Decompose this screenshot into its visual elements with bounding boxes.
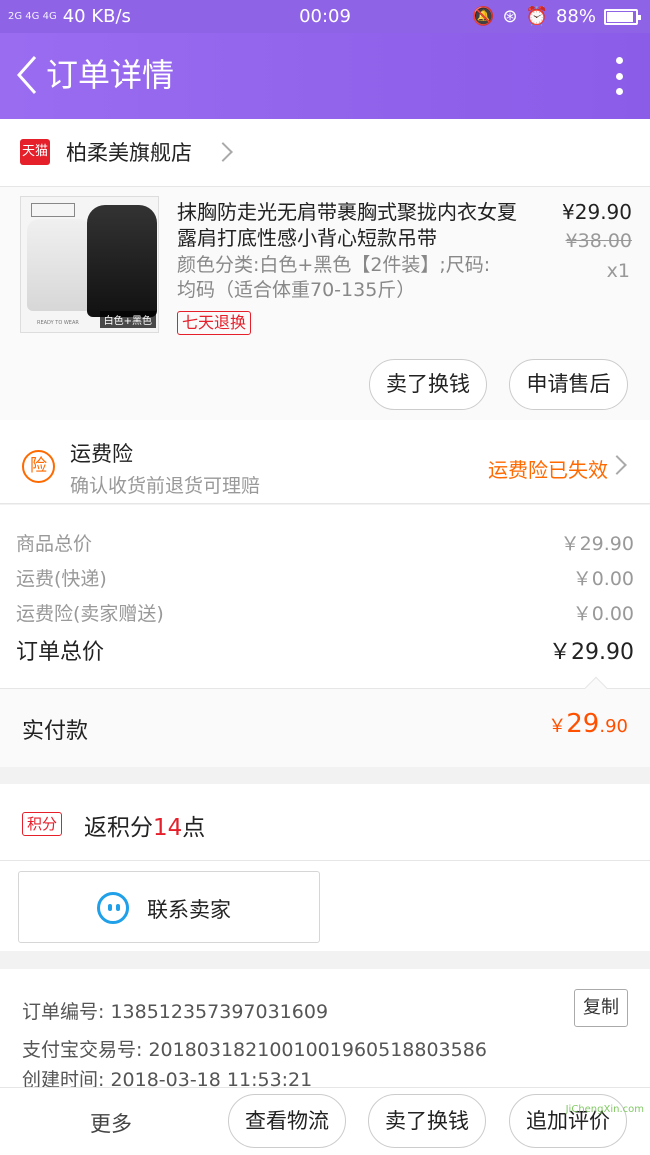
alarm-icon: ⏰ bbox=[525, 6, 548, 27]
dot-icon bbox=[615, 57, 623, 64]
order-info: 订单编号: 138512357397031609 支付宝交易号: 2018031… bbox=[0, 969, 650, 1091]
points-number: 14 bbox=[153, 815, 183, 841]
summary-value: ￥0.00 bbox=[572, 568, 634, 590]
copy-button[interactable]: 复制 bbox=[574, 989, 628, 1027]
add-review-button[interactable]: 追加评价 bbox=[509, 1094, 627, 1148]
summary-row: 运费(快递) ￥0.00 bbox=[16, 564, 634, 591]
order-total-value: ￥29.90 bbox=[549, 640, 634, 665]
image-caption: READY TO WEAR bbox=[37, 320, 79, 326]
more-menu-button[interactable] bbox=[614, 57, 624, 95]
dot-icon bbox=[615, 88, 623, 95]
view-logistics-button[interactable]: 查看物流 bbox=[228, 1094, 346, 1148]
wangwang-chat-icon bbox=[97, 892, 129, 924]
shop-row[interactable]: 天猫 柏柔美旗舰店 bbox=[0, 119, 650, 187]
amount-integer: 29 bbox=[566, 709, 600, 739]
chevron-left-icon bbox=[16, 56, 37, 94]
more-actions-link[interactable]: 更多 bbox=[90, 1108, 132, 1138]
summary-label: 运费(快递) bbox=[16, 568, 107, 590]
currency-symbol: ￥ bbox=[548, 716, 567, 737]
image-color-tag: 白色+黑色 bbox=[99, 311, 156, 328]
product-price: ¥29.90 bbox=[562, 200, 632, 224]
page-title: 订单详情 bbox=[46, 56, 175, 94]
sell-exchange-bottom-button[interactable]: 卖了换钱 bbox=[368, 1094, 486, 1148]
order-number: 订单编号: 138512357397031609 bbox=[22, 1001, 329, 1023]
summary-label: 运费险(卖家赠送) bbox=[16, 603, 164, 625]
status-right: 🔕 ⊛ ⏰ 88% bbox=[472, 6, 641, 27]
contact-seller-label: 联系卖家 bbox=[147, 898, 231, 922]
points-row: 积分 返积分14点 bbox=[0, 784, 650, 861]
insurance-status: 运费险已失效 bbox=[488, 458, 608, 482]
sell-exchange-button[interactable]: 卖了换钱 bbox=[369, 359, 487, 410]
points-suffix: 点 bbox=[182, 815, 206, 841]
points-prefix: 返积分 bbox=[84, 815, 153, 841]
chevron-right-icon bbox=[607, 455, 627, 475]
product-spec: 颜色分类:白色+黑色【2件装】;尺码:均码（适合体重70-135斤） bbox=[177, 254, 491, 301]
nav-header: 订单详情 bbox=[0, 33, 650, 119]
back-button[interactable] bbox=[12, 55, 42, 95]
original-price: ¥38.00 bbox=[565, 230, 632, 252]
contact-section: 联系卖家 bbox=[0, 861, 650, 951]
price-summary: 商品总价 ￥29.90 运费(快递) ￥0.00 运费险(卖家赠送) ￥0.00… bbox=[0, 505, 650, 688]
product-title: 抹胸防走光无肩带裹胸式聚拢内衣女夏露肩打底性感小背心短款吊带 bbox=[177, 200, 517, 250]
summary-row: 运费险(卖家赠送) ￥0.00 bbox=[16, 599, 634, 626]
battery-icon bbox=[604, 8, 641, 25]
amount-paid-label: 实付款 bbox=[22, 719, 89, 744]
after-sale-button[interactable]: 申请售后 bbox=[509, 359, 628, 410]
insurance-subtitle: 确认收货前退货可理赔 bbox=[70, 475, 261, 497]
amount-decimal: .90 bbox=[599, 716, 628, 737]
order-total-row: 订单总价 ￥29.90 bbox=[16, 634, 634, 666]
battery-percent: 88% bbox=[555, 6, 596, 27]
summary-row: 商品总价 ￥29.90 bbox=[16, 529, 634, 556]
product-quantity: x1 bbox=[606, 260, 630, 282]
lock-rotation-icon: ⊛ bbox=[502, 6, 518, 27]
mute-icon: 🔕 bbox=[472, 6, 495, 27]
summary-value: ￥29.90 bbox=[560, 533, 634, 555]
tmall-icon: 天猫 bbox=[20, 139, 50, 165]
site-watermark: JiChengXin.com bbox=[565, 1104, 644, 1115]
product-card[interactable]: READY TO WEAR 白色+黑色 抹胸防走光无肩带裹胸式聚拢内衣女夏露肩打… bbox=[0, 187, 650, 420]
insurance-title: 运费险 bbox=[70, 442, 133, 466]
amount-paid-value: ￥29.90 bbox=[548, 709, 628, 739]
chevron-right-icon bbox=[213, 142, 233, 162]
insurance-icon: 险 bbox=[22, 450, 55, 483]
order-total-label: 订单总价 bbox=[16, 640, 105, 665]
points-badge: 积分 bbox=[22, 812, 63, 836]
amount-paid-row: 实付款 ￥29.90 bbox=[0, 676, 650, 767]
summary-label: 商品总价 bbox=[16, 533, 93, 555]
black-top-shape bbox=[87, 205, 157, 317]
product-image[interactable]: READY TO WEAR 白色+黑色 bbox=[20, 196, 159, 333]
image-thumbnail-frame bbox=[31, 203, 75, 217]
summary-value: ￥0.00 bbox=[572, 603, 634, 625]
shipping-insurance-row[interactable]: 险 运费险 确认收货前退货可理赔 运费险已失效 bbox=[0, 420, 650, 504]
return-policy-badge: 七天退换 bbox=[177, 311, 252, 335]
bottom-action-bar: 更多 查看物流 卖了换钱 追加评价 JiChengXin.com bbox=[0, 1087, 650, 1155]
shop-name: 柏柔美旗舰店 bbox=[66, 141, 192, 165]
dot-icon bbox=[615, 72, 623, 80]
status-bar: 2G 4G 4G 40 KB/s 00:09 🔕 ⊛ ⏰ 88% bbox=[0, 0, 650, 33]
alipay-transaction-number: 支付宝交易号: 2018031821001001960518803586 bbox=[22, 1039, 487, 1061]
white-top-shape bbox=[27, 219, 91, 311]
contact-seller-button[interactable]: 联系卖家 bbox=[18, 871, 320, 943]
points-text: 返积分14点 bbox=[84, 808, 205, 842]
